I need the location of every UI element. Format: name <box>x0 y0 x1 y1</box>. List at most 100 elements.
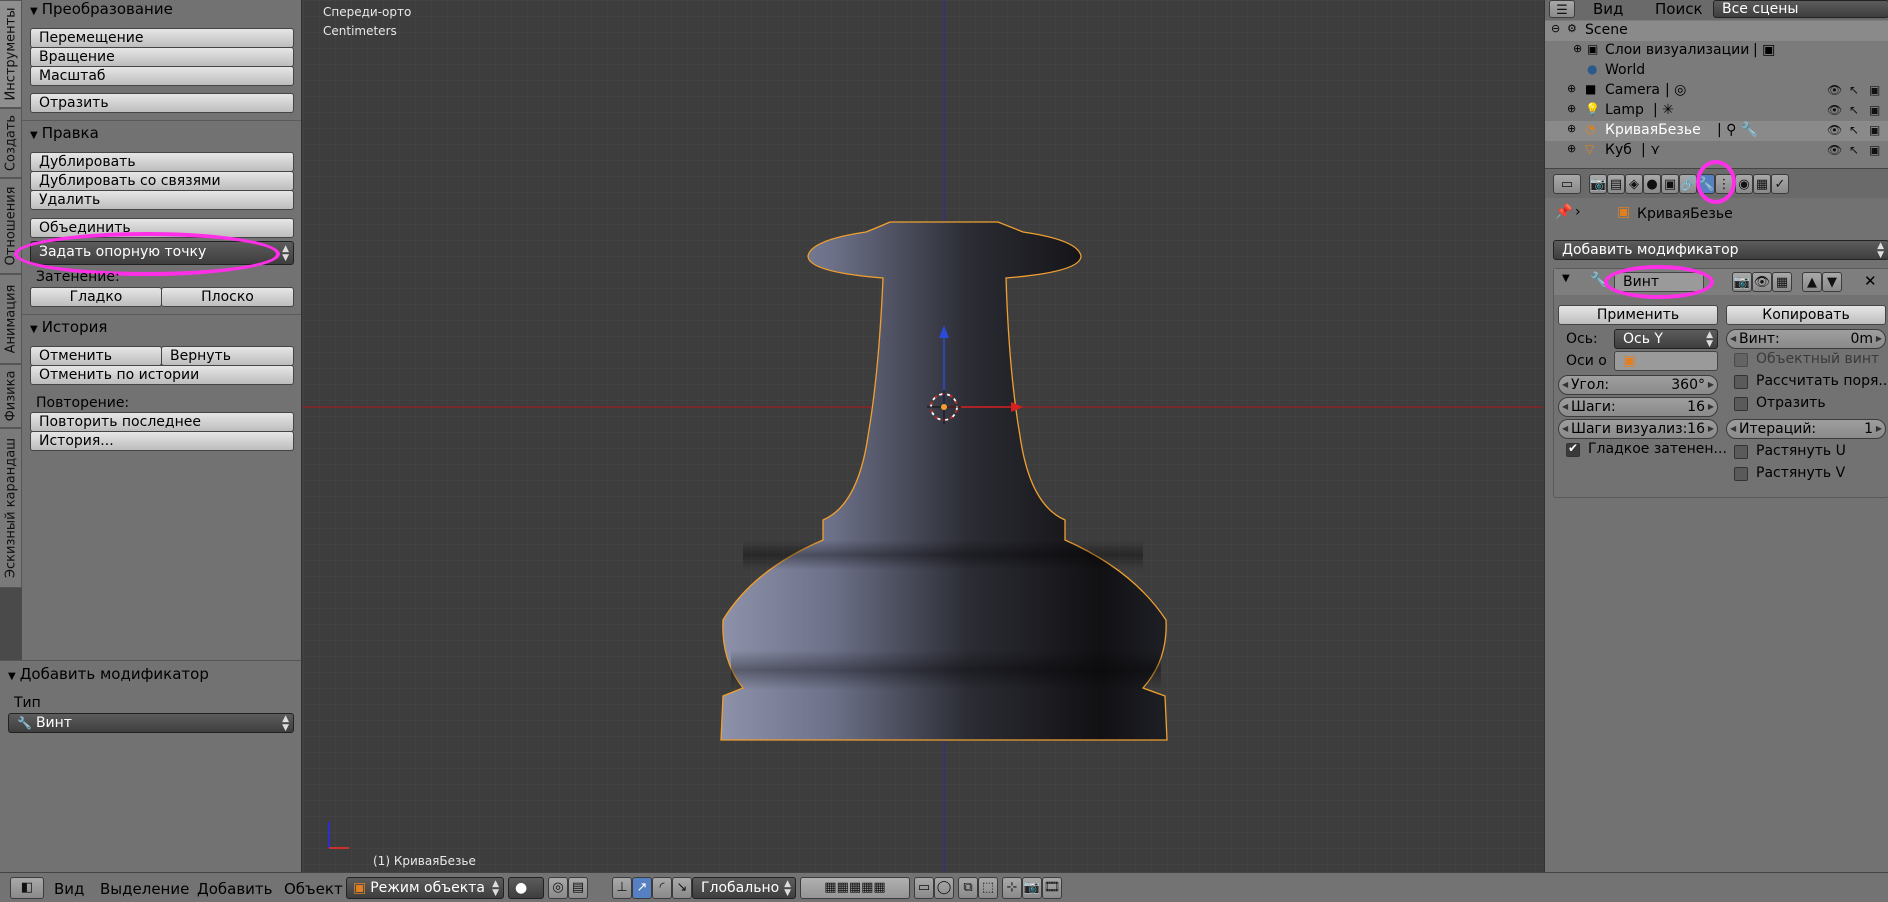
constraints-tab-icon[interactable]: 🔗 <box>1679 174 1697 194</box>
close-icon[interactable]: ✕ <box>1864 272 1877 290</box>
expand-icon[interactable]: ⊕ <box>1567 82 1576 95</box>
set-origin-dropdown[interactable]: Задать опорную точку ▲ ▼ <box>30 241 294 265</box>
collapse-icon[interactable]: ⊖ <box>1551 22 1560 35</box>
eye-icon[interactable]: 👁 <box>1827 103 1842 117</box>
material-tab-icon[interactable]: ◉ <box>1735 174 1753 194</box>
eye-icon[interactable]: 👁 <box>1827 143 1842 157</box>
duplicate-linked-button[interactable]: Дублировать со связями <box>30 171 294 191</box>
shade-smooth-button[interactable]: Гладко <box>30 287 162 307</box>
steps-field[interactable]: ◀ Шаги: 16 ▶ <box>1558 397 1718 417</box>
calc-order-checkbox[interactable] <box>1734 375 1748 389</box>
arrow-left-icon[interactable]: ◀ <box>1730 420 1736 438</box>
arrow-right-icon[interactable]: ▶ <box>1876 420 1882 438</box>
tab-animation[interactable]: Анимация <box>0 274 22 364</box>
stretch-u-checkbox[interactable] <box>1734 445 1748 459</box>
collapse-arrow-icon[interactable]: ▼ <box>1562 273 1570 284</box>
display-mode-dropdown[interactable]: Все сцены <box>1713 0 1888 18</box>
render-icon[interactable]: ▣ <box>1869 103 1880 117</box>
outliner-search-menu[interactable]: Поиск <box>1655 0 1703 18</box>
iterations-field[interactable]: ◀ Итераций: 1 ▶ <box>1726 419 1886 439</box>
modifiers-tab-icon[interactable]: 🔧 <box>1697 174 1715 194</box>
snap-toggle-icon[interactable]: ⧉ <box>958 877 978 899</box>
move-button[interactable]: Перемещение <box>30 28 294 48</box>
copy-button[interactable]: Копировать <box>1726 305 1886 325</box>
expand-icon[interactable]: ⊕ <box>1573 42 1582 55</box>
panel-header-edit[interactable]: ▼ Правка <box>30 124 99 142</box>
move-down-icon[interactable]: ▼ <box>1822 272 1842 292</box>
cursor-icon[interactable]: ↖ <box>1849 123 1859 137</box>
object-tab-icon[interactable]: ▣ <box>1661 174 1679 194</box>
render-layers-tab-icon[interactable]: ▤ <box>1607 174 1625 194</box>
add-menu[interactable]: Добавить <box>197 880 273 898</box>
rotate-button[interactable]: Вращение <box>30 47 294 67</box>
outliner-row[interactable]: ⊖ ⚙ Scene <box>1545 21 1888 41</box>
panel-header-history[interactable]: ▼ История <box>30 318 107 336</box>
data-tab-icon[interactable]: ⋮ <box>1715 174 1733 194</box>
undo-history-button[interactable]: Отменить по истории <box>30 365 294 385</box>
eye-icon[interactable]: 👁 <box>1827 83 1842 97</box>
select-menu[interactable]: Выделение <box>100 880 189 898</box>
tab-create[interactable]: Создать <box>0 108 22 178</box>
render-toggle-icon[interactable]: 📷 <box>1732 272 1752 292</box>
arrow-right-icon[interactable]: ▶ <box>1708 420 1714 438</box>
outliner-row[interactable]: ⊕ ▣ Слои визуализации | ▣ <box>1545 41 1888 61</box>
tab-physics[interactable]: Физика <box>0 364 22 428</box>
arrow-left-icon[interactable]: ◀ <box>1562 420 1568 438</box>
axis-object-field[interactable]: ▣ <box>1614 351 1718 371</box>
world-tab-icon[interactable]: ● <box>1643 174 1661 194</box>
layers-grid[interactable]: ▦▦▦▦▦ <box>800 877 910 899</box>
outliner-row[interactable]: ● World <box>1545 61 1888 81</box>
editmode-toggle-icon[interactable]: ▦ <box>1772 272 1792 292</box>
mode-dropdown[interactable]: ▣ Режим объекта ▲ ▼ <box>346 877 504 899</box>
mirror-button[interactable]: Отразить <box>30 93 294 113</box>
repeat-history-button[interactable]: История... <box>30 431 294 451</box>
shade-flat-button[interactable]: Плоско <box>161 287 294 307</box>
outliner-row[interactable]: ⊕ 💡 Lamp | ✳ 👁 ↖ ▣ <box>1545 101 1888 121</box>
expand-icon[interactable]: ⊕ <box>1567 142 1576 155</box>
add-modifier-dropdown[interactable]: Добавить модификатор ▲ ▼ <box>1553 240 1888 260</box>
render-icon[interactable]: ▣ <box>1869 123 1880 137</box>
render-opengl-icon[interactable]: 📷 <box>1022 877 1042 899</box>
angle-field[interactable]: ◀ Угол: 360° ▶ <box>1558 375 1718 395</box>
arrow-right-icon[interactable]: ▶ <box>1708 376 1714 394</box>
operator-panel-header[interactable]: ▼ Добавить модификатор <box>8 665 209 683</box>
editor-type-icon[interactable]: ▭ <box>1553 174 1581 194</box>
redo-button[interactable]: Вернуть <box>161 346 294 366</box>
viewport-toggle-icon[interactable]: 👁 <box>1752 272 1772 292</box>
scale-button[interactable]: Масштаб <box>30 66 294 86</box>
lock-layers-icon[interactable]: ▭ <box>914 877 934 899</box>
pivot-point-icon[interactable]: ◎ <box>548 877 568 899</box>
editor-type-icon[interactable]: ◧ <box>10 877 44 899</box>
outliner-row-selected[interactable]: ⊕ ◔ КриваяБезье | ⚲ 🔧 👁 ↖ ▣ <box>1545 121 1888 141</box>
stretch-v-checkbox[interactable] <box>1734 467 1748 481</box>
eye-icon[interactable]: 👁 <box>1827 123 1842 137</box>
view-menu[interactable]: Вид <box>54 880 84 898</box>
translate-manipulator-icon[interactable]: ↗ <box>632 877 652 899</box>
scale-manipulator-icon[interactable]: ↘ <box>672 877 692 899</box>
render-icon[interactable]: ▣ <box>1869 143 1880 157</box>
smooth-shading-checkbox[interactable] <box>1566 441 1580 457</box>
proportional-edit-icon[interactable]: ◯ <box>934 877 954 899</box>
outliner-view-menu[interactable]: Вид <box>1593 0 1623 18</box>
expand-icon[interactable]: ⊕ <box>1567 122 1576 135</box>
manipulator-toggle-icon[interactable]: ⊥ <box>612 877 632 899</box>
render-steps-field[interactable]: ◀ Шаги визуализ: 16 ▶ <box>1558 419 1718 439</box>
outliner-row[interactable]: ⊕ ▽ Куб | ⋎ 👁 ↖ ▣ <box>1545 141 1888 161</box>
snap-target-icon[interactable]: ⊹ <box>1002 877 1022 899</box>
pivot-toggle-icon[interactable]: ▤ <box>568 877 588 899</box>
cursor-icon[interactable]: ↖ <box>1849 143 1859 157</box>
pin-icon[interactable]: 📌 <box>1555 204 1572 220</box>
physics-tab-icon[interactable]: ✓ <box>1771 174 1789 194</box>
arrow-left-icon[interactable]: ◀ <box>1562 376 1568 394</box>
screw-offset-field[interactable]: ◀ Винт: 0m ▶ <box>1726 329 1886 349</box>
shading-mode-dropdown[interactable]: ● <box>508 877 544 899</box>
undo-button[interactable]: Отменить <box>30 346 162 366</box>
cursor-icon[interactable]: ↖ <box>1849 103 1859 117</box>
render-animation-icon[interactable]: 🎞 <box>1042 877 1062 899</box>
arrow-left-icon[interactable]: ◀ <box>1730 330 1736 348</box>
tab-relations[interactable]: Отношения <box>0 178 22 274</box>
3d-viewport[interactable]: Спереди-орто Centimeters (1) КриваяБезье <box>303 0 1543 872</box>
tab-grease-pencil[interactable]: Эскизный карандаш <box>0 428 22 588</box>
arrow-right-icon[interactable]: ▶ <box>1876 330 1882 348</box>
modifier-type-dropdown[interactable]: 🔧 Винт ▲ ▼ <box>8 713 294 733</box>
